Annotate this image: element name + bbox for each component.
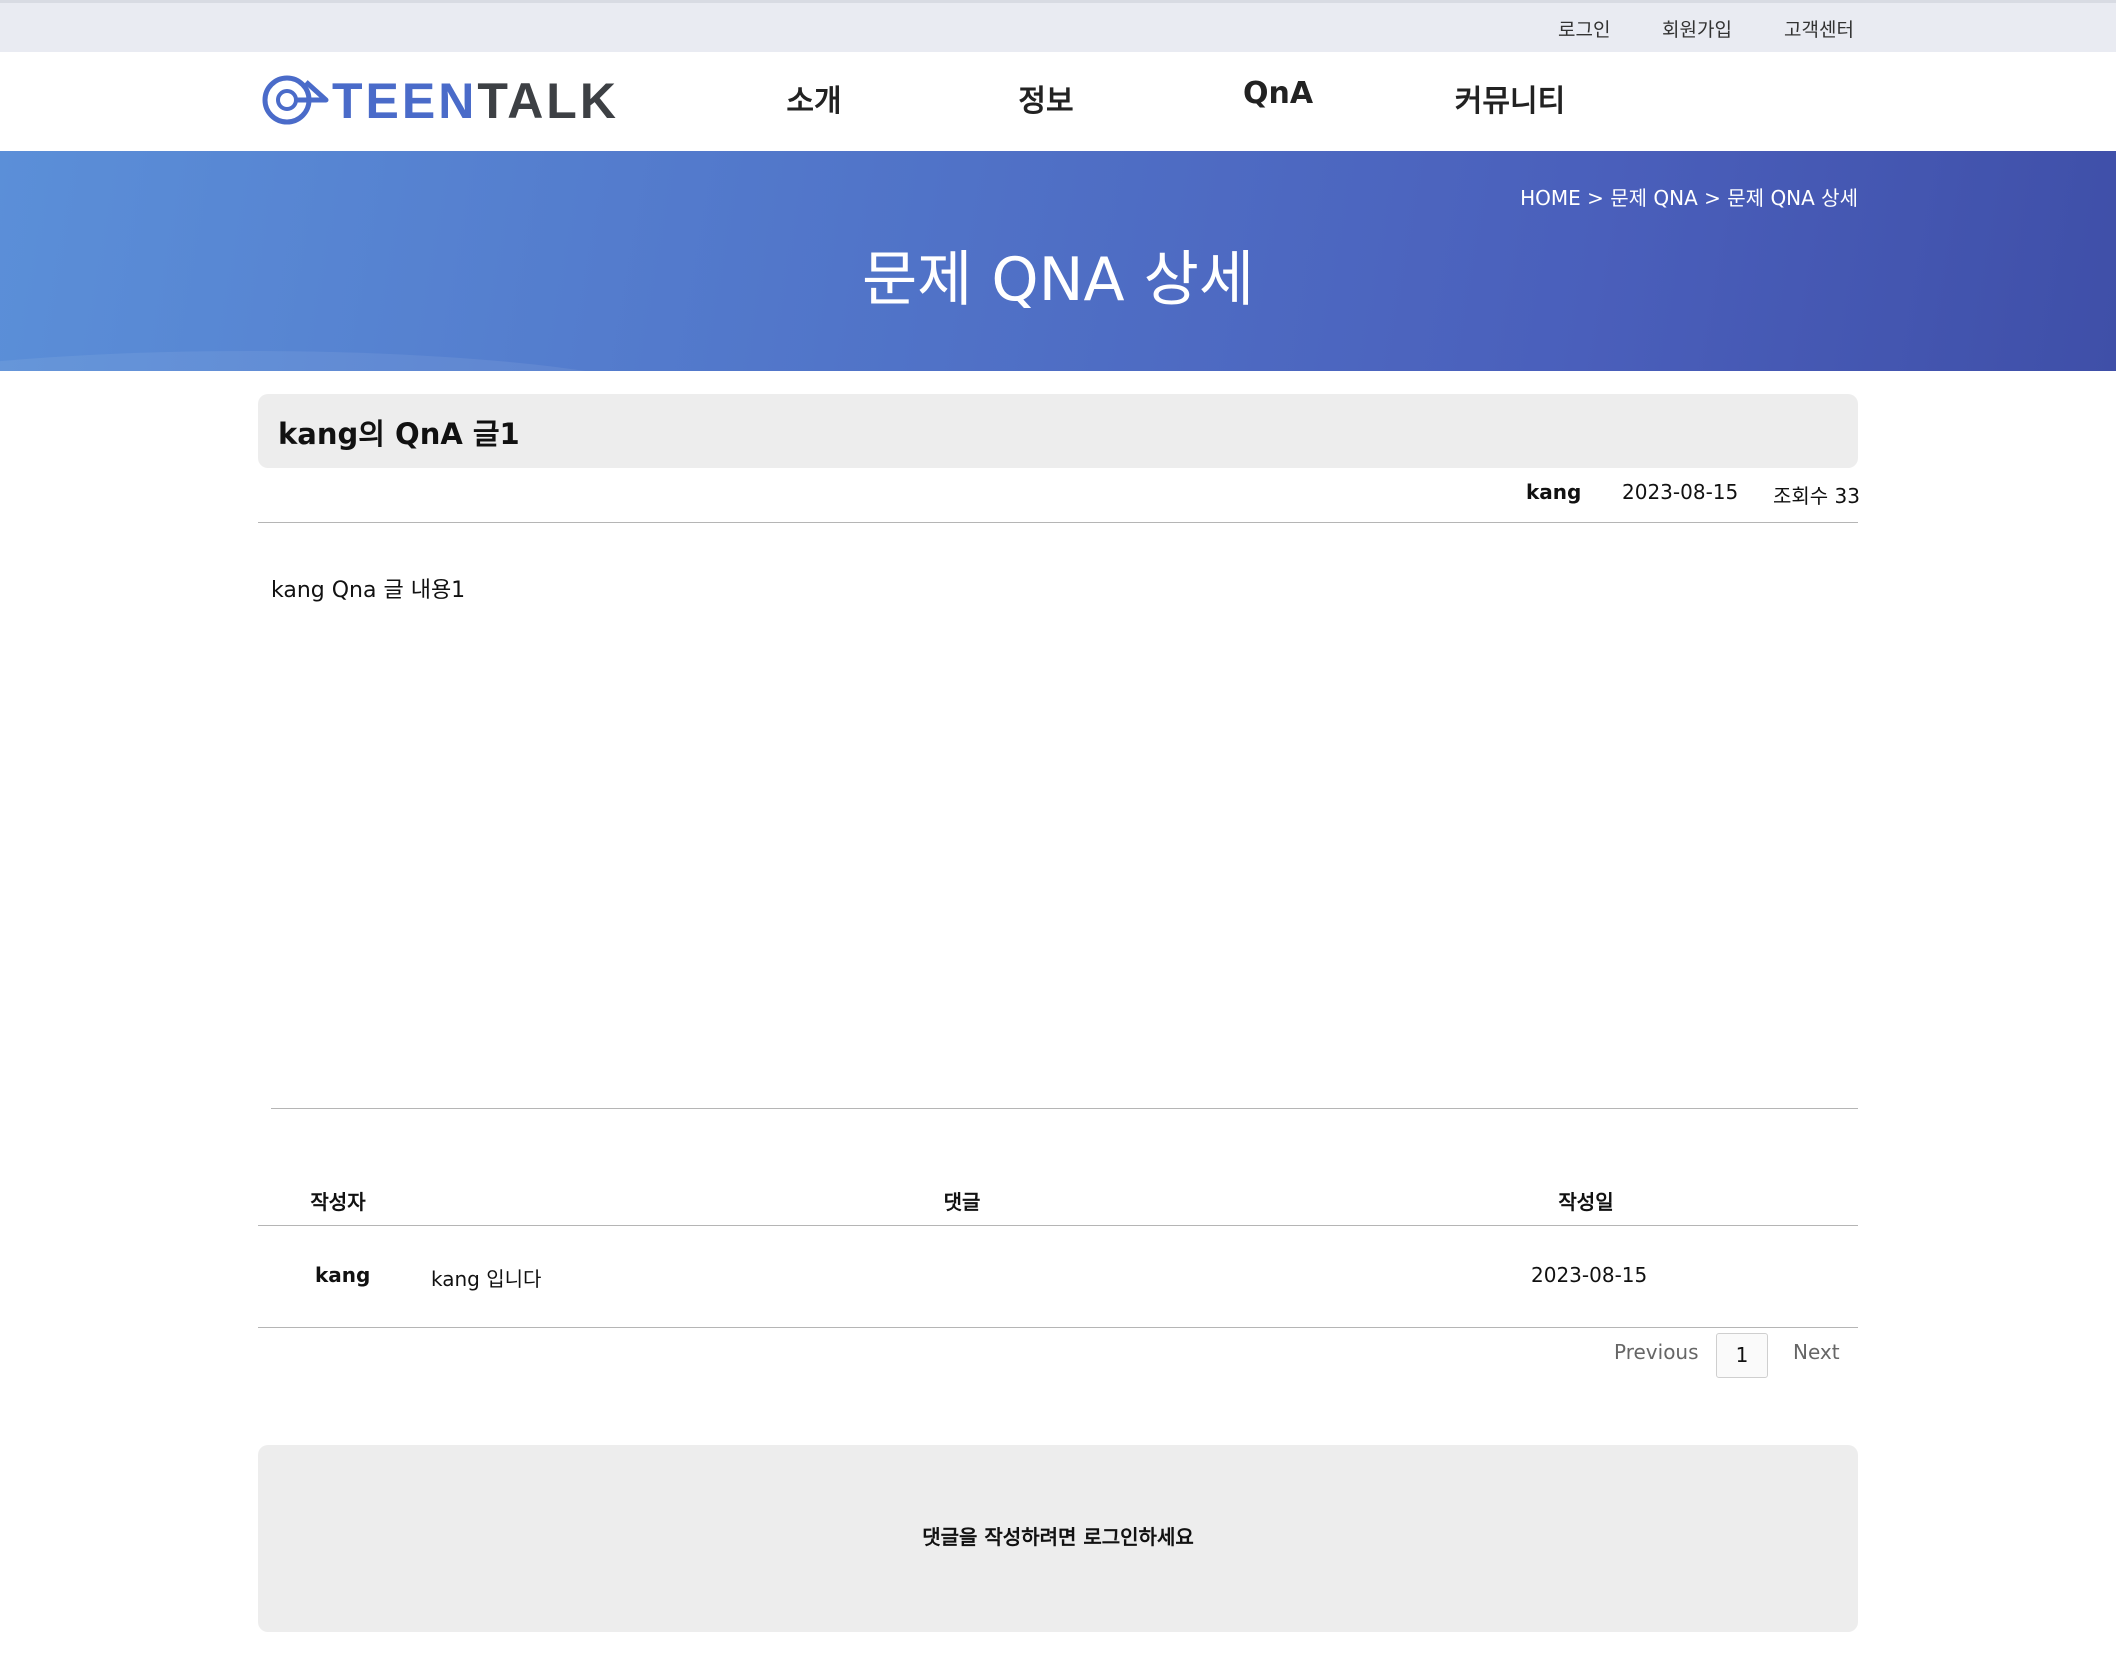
nav-item-intro[interactable]: 소개 — [714, 76, 914, 120]
utility-bar: 로그인 회원가입 고객센터 — [0, 0, 2116, 52]
column-header-comment: 댓글 — [943, 1190, 981, 1214]
login-prompt-text: 댓글을 작성하려면 로그인하세요 — [922, 1525, 1194, 1549]
speech-bubble-logo-icon — [262, 75, 329, 125]
divider — [258, 522, 1858, 523]
banner-wave-decoration — [0, 351, 700, 371]
table-header-divider — [258, 1225, 1858, 1226]
site-logo[interactable]: TEENTALK — [260, 70, 620, 130]
comment-author: kang — [315, 1263, 371, 1287]
nav-item-info[interactable]: 정보 — [946, 76, 1146, 120]
login-link[interactable]: 로그인 — [1558, 15, 1610, 42]
support-link[interactable]: 고객센터 — [1784, 15, 1854, 42]
post-views: 조회수 33 — [1773, 484, 1861, 508]
table-footer-divider — [258, 1327, 1858, 1328]
breadcrumb: HOME > 문제 QNA > 문제 QNA 상세 — [1520, 186, 1858, 210]
site-header: TEENTALK 소개 정보 QnA 커뮤니티 — [0, 52, 2116, 151]
column-header-author: 작성자 — [310, 1190, 366, 1214]
column-header-date: 작성일 — [1558, 1190, 1614, 1214]
post-title: kang의 QnA 글1 — [278, 417, 520, 451]
page-title: 문제 QNA 상세 — [861, 245, 1255, 315]
nav-item-qna[interactable]: QnA — [1178, 76, 1378, 111]
comment-date: 2023-08-15 — [1531, 1263, 1648, 1287]
signup-link[interactable]: 회원가입 — [1662, 15, 1732, 42]
comment-content: kang 입니다 — [431, 1267, 542, 1291]
previous-page-button[interactable]: Previous — [1614, 1340, 1699, 1364]
post-date: 2023-08-15 — [1622, 480, 1739, 504]
post-body: kang Qna 글 내용1 — [271, 578, 466, 603]
post-author: kang — [1526, 480, 1582, 504]
comment-login-prompt-box: 댓글을 작성하려면 로그인하세요 — [258, 1445, 1858, 1632]
next-page-button[interactable]: Next — [1793, 1340, 1840, 1364]
page-number-button[interactable]: 1 — [1716, 1333, 1768, 1378]
logo-wordmark: TEENTALK — [332, 73, 619, 129]
nav-item-community[interactable]: 커뮤니티 — [1410, 76, 1610, 120]
page-banner: HOME > 문제 QNA > 문제 QNA 상세 문제 QNA 상세 — [0, 151, 2116, 371]
post-title-box: kang의 QnA 글1 — [258, 394, 1858, 468]
divider — [271, 1108, 1858, 1109]
